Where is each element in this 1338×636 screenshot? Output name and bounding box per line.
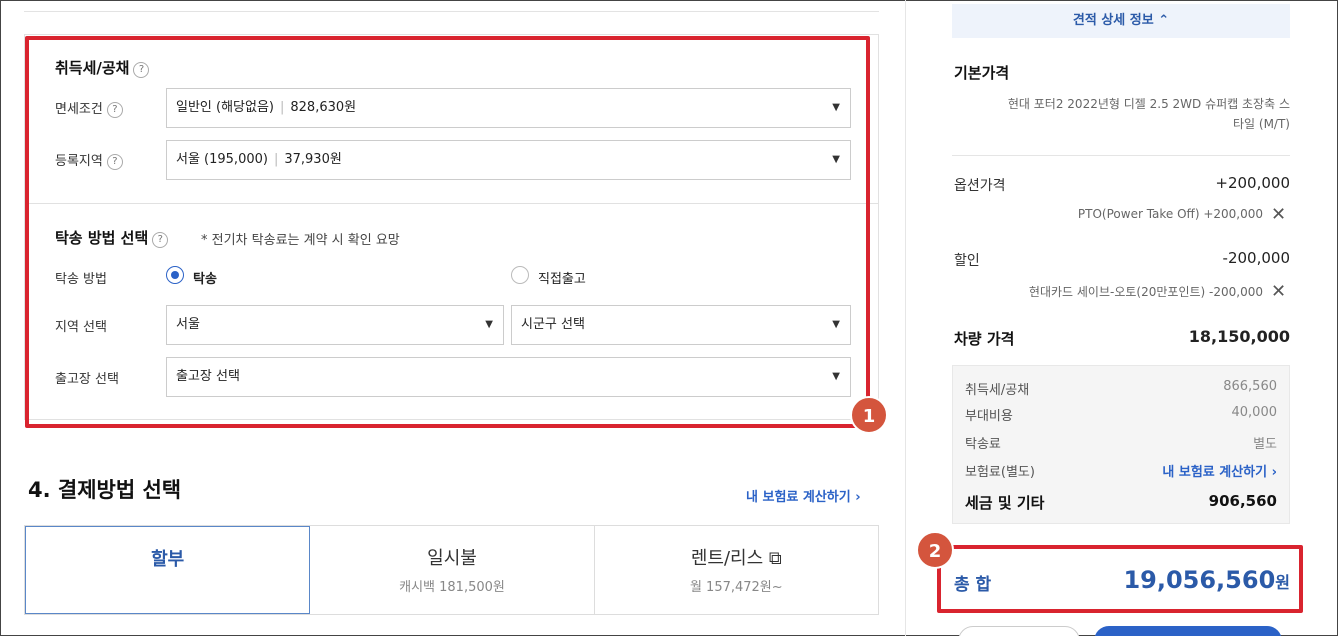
tax-sum-row: 세금 및 기타 906,560 [965, 492, 1277, 512]
option-price-label: 옵션가격 [954, 178, 1006, 194]
base-price-desc-2: 타일 (M/T) [1233, 117, 1290, 131]
vehicle-price-label: 차량 가격 [954, 330, 1015, 348]
summary-divider [952, 155, 1290, 156]
annotation-badge-1: 1 [850, 396, 888, 434]
insurance-calc-link[interactable]: 내 보험료 계산하기 › [746, 486, 861, 505]
discount-value: -200,000 [1222, 249, 1290, 267]
tax-row: 보험료(별도) 내 보험료 계산하기 › [965, 461, 1277, 480]
tax-row: 탁송료 별도 [965, 437, 1277, 452]
tax-row: 부대비용 40,000 [965, 405, 1277, 424]
insurance-calc-link-side[interactable]: 내 보험료 계산하기 › [1162, 461, 1277, 480]
annotation-badge-2: 2 [916, 531, 954, 569]
column-divider [905, 0, 906, 636]
highlight-box-1 [25, 36, 870, 428]
previous-section-edge [24, 0, 879, 12]
base-price-title: 기본가격 [954, 64, 1010, 82]
primary-action-button[interactable] [1094, 626, 1282, 636]
discount-item: 현대카드 세이브-오토(20만포인트) -200,000 [1028, 285, 1263, 299]
payment-tabs: 할부 일시불 캐시백 181,500원 렌트/리스 ⧉ 월 157,472원~ [24, 525, 879, 615]
highlight-box-2 [937, 545, 1303, 613]
option-price-value: +200,000 [1215, 174, 1290, 192]
tax-row: 취득세/공채 866,560 [965, 379, 1277, 398]
remove-option-icon[interactable]: ✕ [1271, 204, 1286, 225]
tab-rent-lease[interactable]: 렌트/리스 ⧉ 월 157,472원~ [595, 526, 878, 614]
tab-installment[interactable]: 할부 [25, 526, 311, 614]
base-price-desc-1: 현대 포터2 2022년형 디젤 2.5 2WD 슈퍼캡 초장축 스 [1007, 97, 1290, 111]
tax-summary-box: 취득세/공채 866,560 부대비용 40,000 탁송료 별도 보험료(별도) 내 … [952, 365, 1290, 524]
vehicle-price-value: 18,150,000 [1188, 327, 1290, 346]
option-item: PTO(Power Take Off) +200,000 [1077, 207, 1263, 221]
detail-toggle-button[interactable]: 견적 상세 정보 ⌃ [952, 4, 1290, 38]
discount-label: 할인 [954, 253, 980, 269]
secondary-action-button[interactable] [958, 626, 1080, 636]
remove-discount-icon[interactable]: ✕ [1271, 281, 1286, 302]
payment-section-title: 4. 결제방법 선택 [28, 478, 182, 502]
tab-lump-sum[interactable]: 일시불 캐시백 181,500원 [310, 526, 595, 614]
